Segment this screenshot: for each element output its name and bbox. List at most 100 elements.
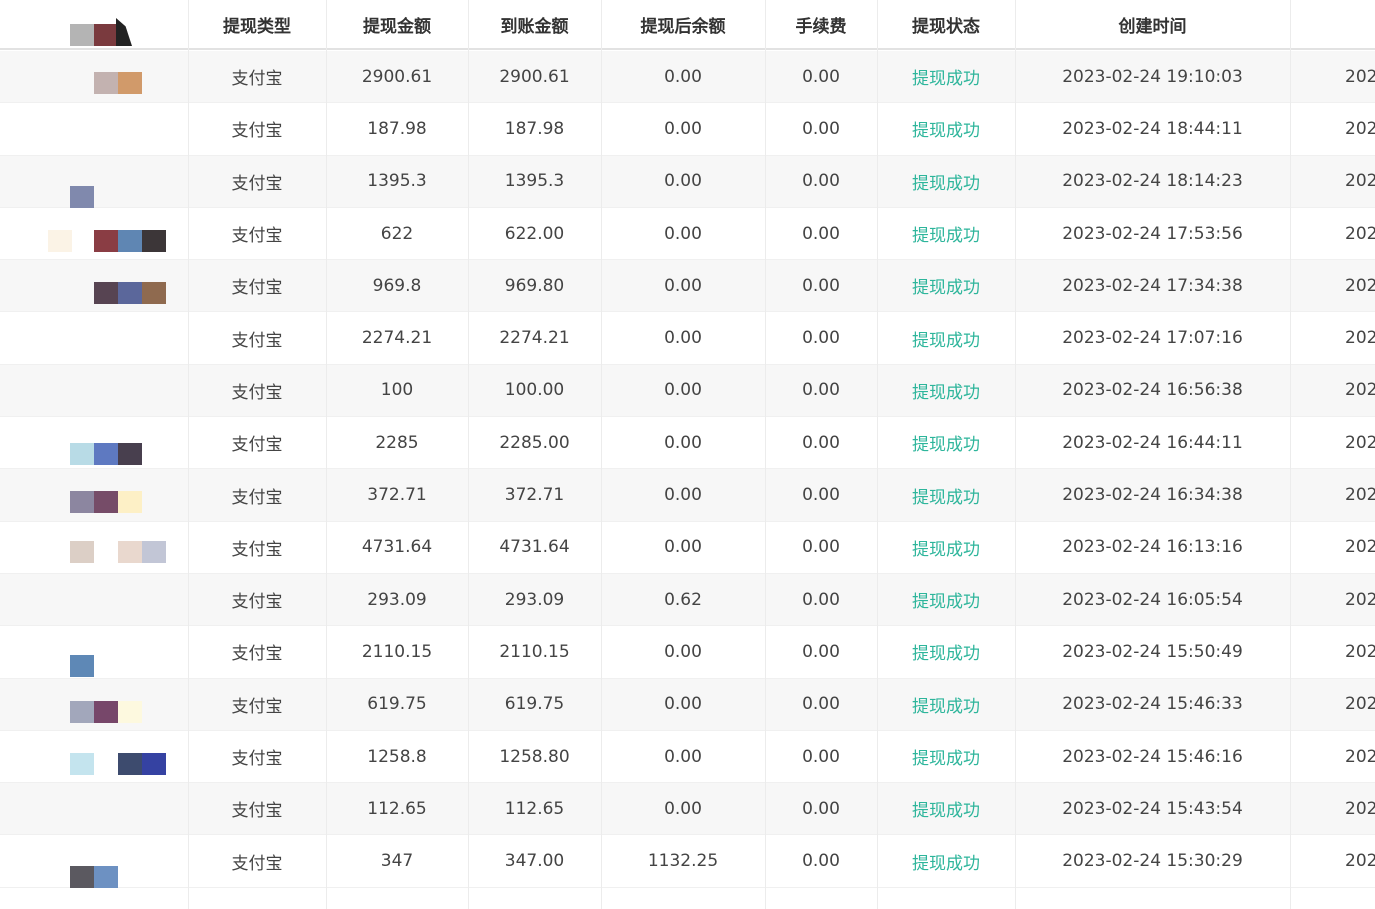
cell-status[interactable]: 提现成功 <box>877 208 1015 259</box>
cell-status[interactable]: 提现成功 <box>877 679 1015 730</box>
cell-created: 2023-02-24 17:53:56 <box>1062 223 1243 244</box>
blurred-cell <box>0 574 188 625</box>
table-row: 支付宝 2285 2285.00 0.00 0.00 提现成功 2023-02-24 16:… <box>0 417 1375 470</box>
column-divider <box>326 0 327 909</box>
cell-status[interactable]: 提现成功 <box>877 522 1015 573</box>
cell-fee: 0.00 <box>802 851 840 872</box>
cell-type: 支付宝 <box>231 382 283 403</box>
header-balance[interactable]: 提现后余额 <box>601 0 765 48</box>
cell-created: 2023-02-24 17:34:38 <box>1062 275 1243 296</box>
cell-status[interactable]: 提现成功 <box>877 626 1015 677</box>
column-divider <box>1290 0 1291 909</box>
cell-status[interactable]: 提现成功 <box>877 103 1015 154</box>
blurred-cell <box>0 522 188 573</box>
cell-amount: 347 <box>380 851 414 872</box>
column-divider <box>468 0 469 909</box>
cell-status[interactable]: 提现成功 <box>877 836 1015 887</box>
cell-trail: 202 <box>1345 171 1375 192</box>
cell-status[interactable]: 提现成功 <box>877 51 1015 102</box>
table-row: 支付宝 2110.15 2110.15 0.00 0.00 提现成功 2023-02-24 … <box>0 626 1375 679</box>
cell-amount: 372.71 <box>367 485 427 506</box>
cell-created: 2023-02-24 18:44:11 <box>1062 118 1243 139</box>
cell-amount: 619.75 <box>367 694 427 715</box>
cell-received: 293.09 <box>504 589 565 610</box>
cell-fee: 0.00 <box>802 432 840 453</box>
cell-fee: 0.00 <box>802 275 840 296</box>
cell-trail: 202 <box>1345 641 1375 662</box>
blurred-cell <box>0 731 188 782</box>
table-row: 支付宝 112.65 112.65 0.00 0.00 提现成功 2023-02-24 15… <box>0 783 1375 836</box>
cell-type: 支付宝 <box>231 278 283 299</box>
table-row: 支付宝 1395.3 1395.3 0.00 0.00 提现成功 2023-02-24 18… <box>0 155 1375 208</box>
cell-status[interactable]: 提现成功 <box>877 365 1015 416</box>
cell-fee: 0.00 <box>802 171 840 192</box>
cell-type: 支付宝 <box>231 69 283 90</box>
table-row: 支付宝 1258.8 1258.80 0.00 0.00 提现成功 2023-02-24 1… <box>0 730 1375 784</box>
cell-created: 2023-02-24 15:46:16 <box>1062 746 1243 767</box>
column-divider <box>765 0 766 909</box>
cell-trail: 202 <box>1345 589 1375 610</box>
cell-status[interactable]: 提现成功 <box>877 156 1015 207</box>
cell-received: 1395.3 <box>504 171 565 192</box>
cell-status[interactable]: 提现成功 <box>877 313 1015 364</box>
cell-fee: 0.00 <box>802 537 840 558</box>
table-header: 提现类型 提现金额 到账金额 提现后余额 手续费 提现状态 创建时间 <box>0 0 1375 50</box>
cell-status[interactable]: 提现成功 <box>877 731 1015 782</box>
cell-type: 支付宝 <box>231 644 283 665</box>
cell-balance: 0.00 <box>664 118 702 139</box>
cell-status[interactable]: 提现成功 <box>877 469 1015 520</box>
cell-received: 2274.21 <box>499 328 570 349</box>
cell-received: 112.65 <box>504 798 565 819</box>
cell-amount: 293.09 <box>367 589 427 610</box>
header-received[interactable]: 到账金额 <box>468 0 601 48</box>
cell-amount: 969.8 <box>372 275 422 296</box>
table-row: 支付宝 187.98 187.98 0.00 0.00 提现成功 2023-02-24 18… <box>0 103 1375 156</box>
cell-created: 2023-02-24 16:34:38 <box>1062 485 1243 506</box>
cell-fee: 0.00 <box>802 380 840 401</box>
cell-status[interactable]: 提现成功 <box>877 574 1015 625</box>
blurred-cell <box>0 679 188 730</box>
cell-received: 2900.61 <box>499 66 570 87</box>
cell-status[interactable]: 提现成功 <box>877 260 1015 311</box>
cell-type: 支付宝 <box>231 853 283 874</box>
cell-fee: 0.00 <box>802 223 840 244</box>
blurred-cell <box>0 417 188 468</box>
cell-fee: 0.00 <box>802 589 840 610</box>
header-fee[interactable]: 手续费 <box>765 0 877 48</box>
blurred-cell <box>0 156 188 208</box>
cell-fee: 0.00 <box>802 694 840 715</box>
cell-fee: 0.00 <box>802 485 840 506</box>
cell-type: 支付宝 <box>231 749 283 770</box>
column-divider <box>1015 0 1016 909</box>
table-row: 支付宝 4731.64 4731.64 0.00 0.00 提现成功 2023-02-24 … <box>0 521 1375 574</box>
header-created[interactable]: 创建时间 <box>1015 0 1290 48</box>
cell-trail: 202 <box>1345 485 1375 506</box>
cell-amount: 2900.61 <box>361 66 433 87</box>
table-row: 支付宝 619.75 619.75 0.00 0.00 提现成功 2023-02-24 15… <box>0 678 1375 731</box>
cell-balance: 0.00 <box>664 798 702 819</box>
cell-amount: 622 <box>380 223 414 244</box>
cell-amount: 2110.15 <box>361 641 433 662</box>
header-amount[interactable]: 提现金额 <box>326 0 468 48</box>
cell-trail: 202 <box>1345 380 1375 401</box>
cell-status[interactable]: 提现成功 <box>877 417 1015 468</box>
cell-type: 支付宝 <box>231 121 283 142</box>
table-row: 支付宝 2274.21 2274.21 0.00 0.00 提现成功 2023-02-24 … <box>0 312 1375 365</box>
cell-received: 372.71 <box>504 485 565 506</box>
cell-trail: 202 <box>1345 694 1375 715</box>
cell-type: 支付宝 <box>231 226 283 247</box>
header-status[interactable]: 提现状态 <box>877 0 1015 48</box>
cell-received: 347.00 <box>504 851 565 872</box>
blurred-cell <box>0 783 188 834</box>
cell-received: 187.98 <box>504 118 565 139</box>
header-type[interactable]: 提现类型 <box>188 0 326 48</box>
cell-balance: 0.00 <box>664 485 702 506</box>
cell-created: 2023-02-24 18:14:23 <box>1062 171 1243 192</box>
cell-balance: 0.00 <box>664 275 702 296</box>
cell-amount: 112.65 <box>367 798 427 819</box>
cell-amount: 100 <box>380 380 414 401</box>
cell-status[interactable]: 提现成功 <box>877 783 1015 834</box>
cell-fee: 0.00 <box>802 328 840 349</box>
cell-balance: 0.00 <box>664 223 702 244</box>
cell-type: 支付宝 <box>231 539 283 560</box>
